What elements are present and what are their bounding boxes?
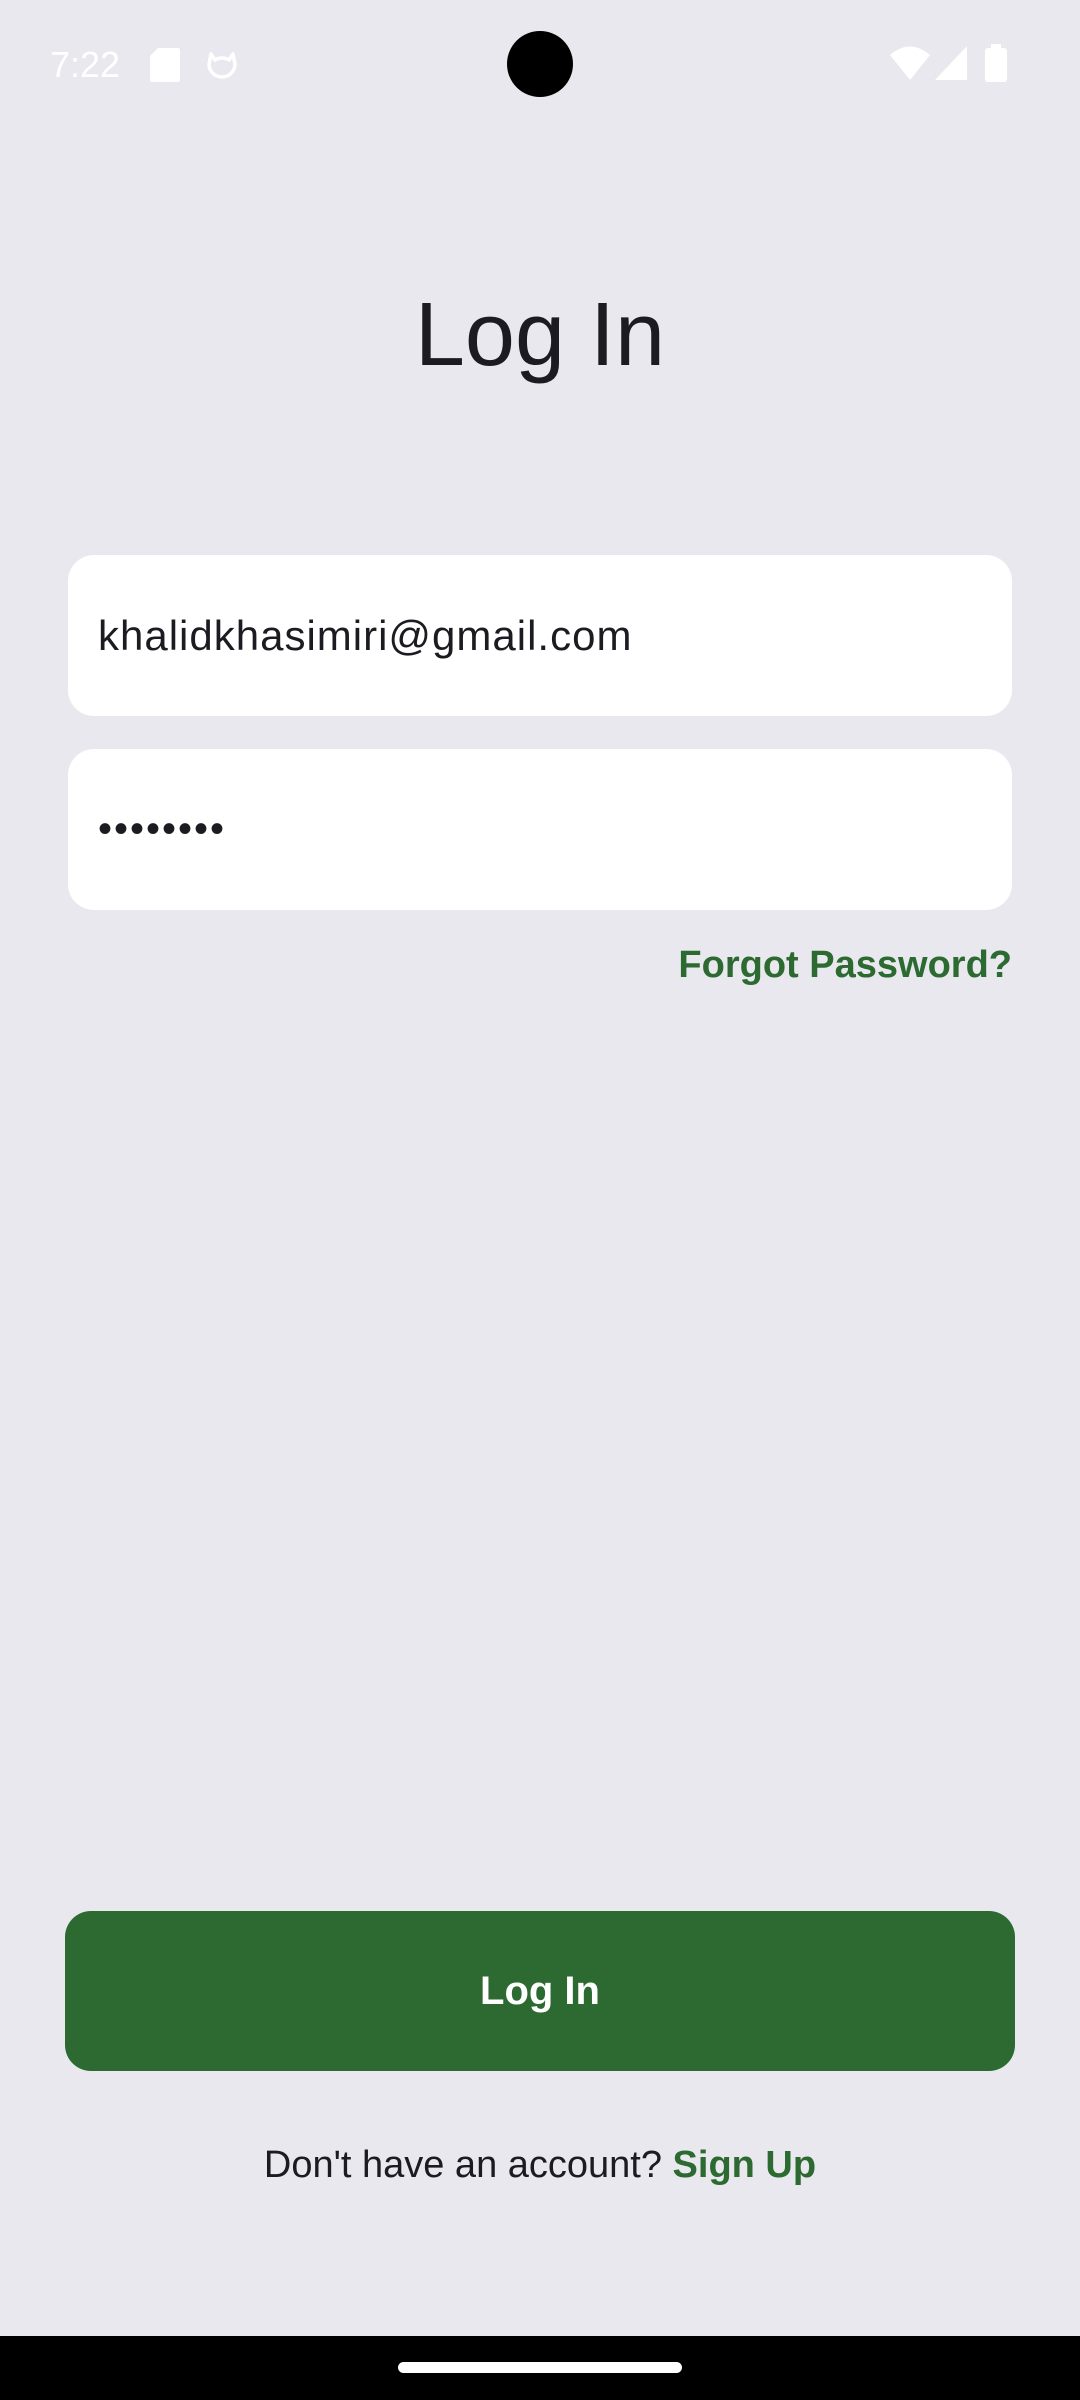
cellular-signal-icon xyxy=(935,46,967,80)
status-bar: 7:22 xyxy=(0,0,1080,130)
signup-row: Don't have an account? Sign Up xyxy=(0,2140,1080,2190)
email-field[interactable]: khalidkhasimiri@gmail.com xyxy=(68,555,1012,716)
forgot-password-link[interactable]: Forgot Password? xyxy=(678,940,1012,990)
status-time: 7:22 xyxy=(50,44,121,85)
cat-icon xyxy=(207,52,237,79)
signup-prompt: Don't have an account? xyxy=(263,2144,662,2186)
camera-cutout xyxy=(507,31,573,97)
signup-link[interactable]: Sign Up xyxy=(673,2144,817,2186)
page-title: Log In xyxy=(414,285,666,385)
email-value: khalidkhasimiri@gmail.com xyxy=(98,611,633,659)
password-value: •••••••• xyxy=(98,807,227,851)
wifi-icon xyxy=(890,46,930,80)
battery-icon xyxy=(985,44,1007,82)
sd-card-icon xyxy=(150,48,180,82)
home-indicator[interactable] xyxy=(398,2362,682,2373)
login-button[interactable]: Log In xyxy=(65,1911,1015,2071)
password-field[interactable]: •••••••• xyxy=(68,749,1012,910)
login-button-label: Log In xyxy=(480,1968,600,2013)
